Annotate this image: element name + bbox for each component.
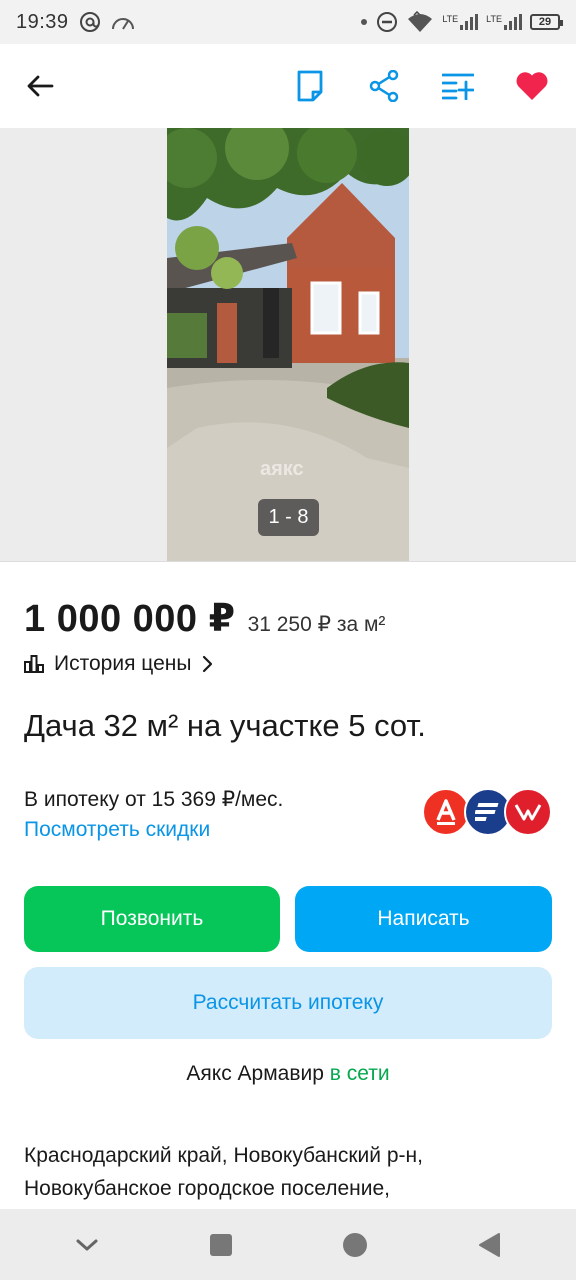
back-button[interactable] xyxy=(18,64,62,108)
share-icon xyxy=(369,70,399,102)
photo-watermark: аякс xyxy=(260,458,304,480)
note-icon xyxy=(297,70,323,102)
agency-name: Аякс Армавир xyxy=(186,1062,324,1085)
hide-keyboard-button[interactable] xyxy=(57,1215,117,1275)
square-icon xyxy=(210,1233,232,1256)
mortgage-text: В ипотеку от 15 369 ₽/мес. xyxy=(24,788,284,811)
write-button[interactable]: Написать xyxy=(295,886,552,952)
circle-icon xyxy=(343,1232,367,1257)
compare-list-icon xyxy=(442,73,474,100)
status-bar: 19:39 LTE LTE 29 xyxy=(0,0,576,44)
heart-icon xyxy=(516,72,548,100)
address-line-1: Краснодарский край, Новокубанский р-н, xyxy=(24,1144,423,1167)
lte-signal-icon: LTE xyxy=(486,14,522,30)
chevron-down-icon xyxy=(76,1239,98,1250)
listing-title: Дача 32 м² на участке 5 сот. xyxy=(24,708,426,743)
calculate-mortgage-button[interactable]: Рассчитать ипотеку xyxy=(24,967,552,1039)
favorite-button[interactable] xyxy=(512,66,552,106)
alfa-bank-logo xyxy=(422,788,470,836)
triangle-back-icon xyxy=(479,1232,500,1257)
listing-details: 1 000 000 ₽ 31 250 ₽ за м² История цены … xyxy=(0,561,576,1209)
speedometer-icon xyxy=(111,13,135,31)
dot-icon xyxy=(360,18,368,26)
price-history-link[interactable]: История цены xyxy=(24,652,213,676)
price-row: 1 000 000 ₽ 31 250 ₽ за м² xyxy=(24,596,385,641)
system-nav-bar xyxy=(0,1209,576,1280)
note-button[interactable] xyxy=(290,66,330,106)
price: 1 000 000 ₽ xyxy=(24,598,236,640)
bank-logos[interactable] xyxy=(422,788,552,840)
home-button[interactable] xyxy=(325,1215,385,1275)
back-nav-button[interactable] xyxy=(459,1215,519,1275)
at-icon xyxy=(79,11,101,33)
price-history-label: История цены xyxy=(54,652,192,675)
compare-button[interactable] xyxy=(438,66,478,106)
lte-signal-icon: LTE xyxy=(442,14,479,30)
chart-bars-icon xyxy=(24,655,44,673)
back-arrow-icon xyxy=(27,75,54,97)
listing-photo[interactable] xyxy=(167,128,409,561)
agency-info[interactable]: Аякс Армавир в сети xyxy=(0,1062,576,1086)
share-button[interactable] xyxy=(364,66,404,106)
chevron-right-icon xyxy=(203,655,213,673)
price-per-meter: 31 250 ₽ за м² xyxy=(247,613,386,636)
battery-icon: 29 xyxy=(530,14,563,30)
address-line-2: Новокубанское городское поселение, xyxy=(24,1177,390,1200)
online-status: в сети xyxy=(329,1062,390,1085)
photo-gallery[interactable]: аякс 1 - 8 xyxy=(0,128,576,561)
status-time: 19:39 xyxy=(16,10,69,33)
bank-logo-red xyxy=(504,788,552,836)
call-button[interactable]: Позвонить xyxy=(24,886,280,952)
recents-button[interactable] xyxy=(191,1215,251,1275)
address: Краснодарский край, Новокубанский р-н, Н… xyxy=(24,1139,544,1205)
top-toolbar xyxy=(0,44,576,128)
discounts-link[interactable]: Посмотреть скидки xyxy=(24,818,210,842)
dnd-icon xyxy=(376,11,398,33)
photo-counter: 1 - 8 xyxy=(258,499,319,536)
wifi-icon xyxy=(406,11,434,33)
